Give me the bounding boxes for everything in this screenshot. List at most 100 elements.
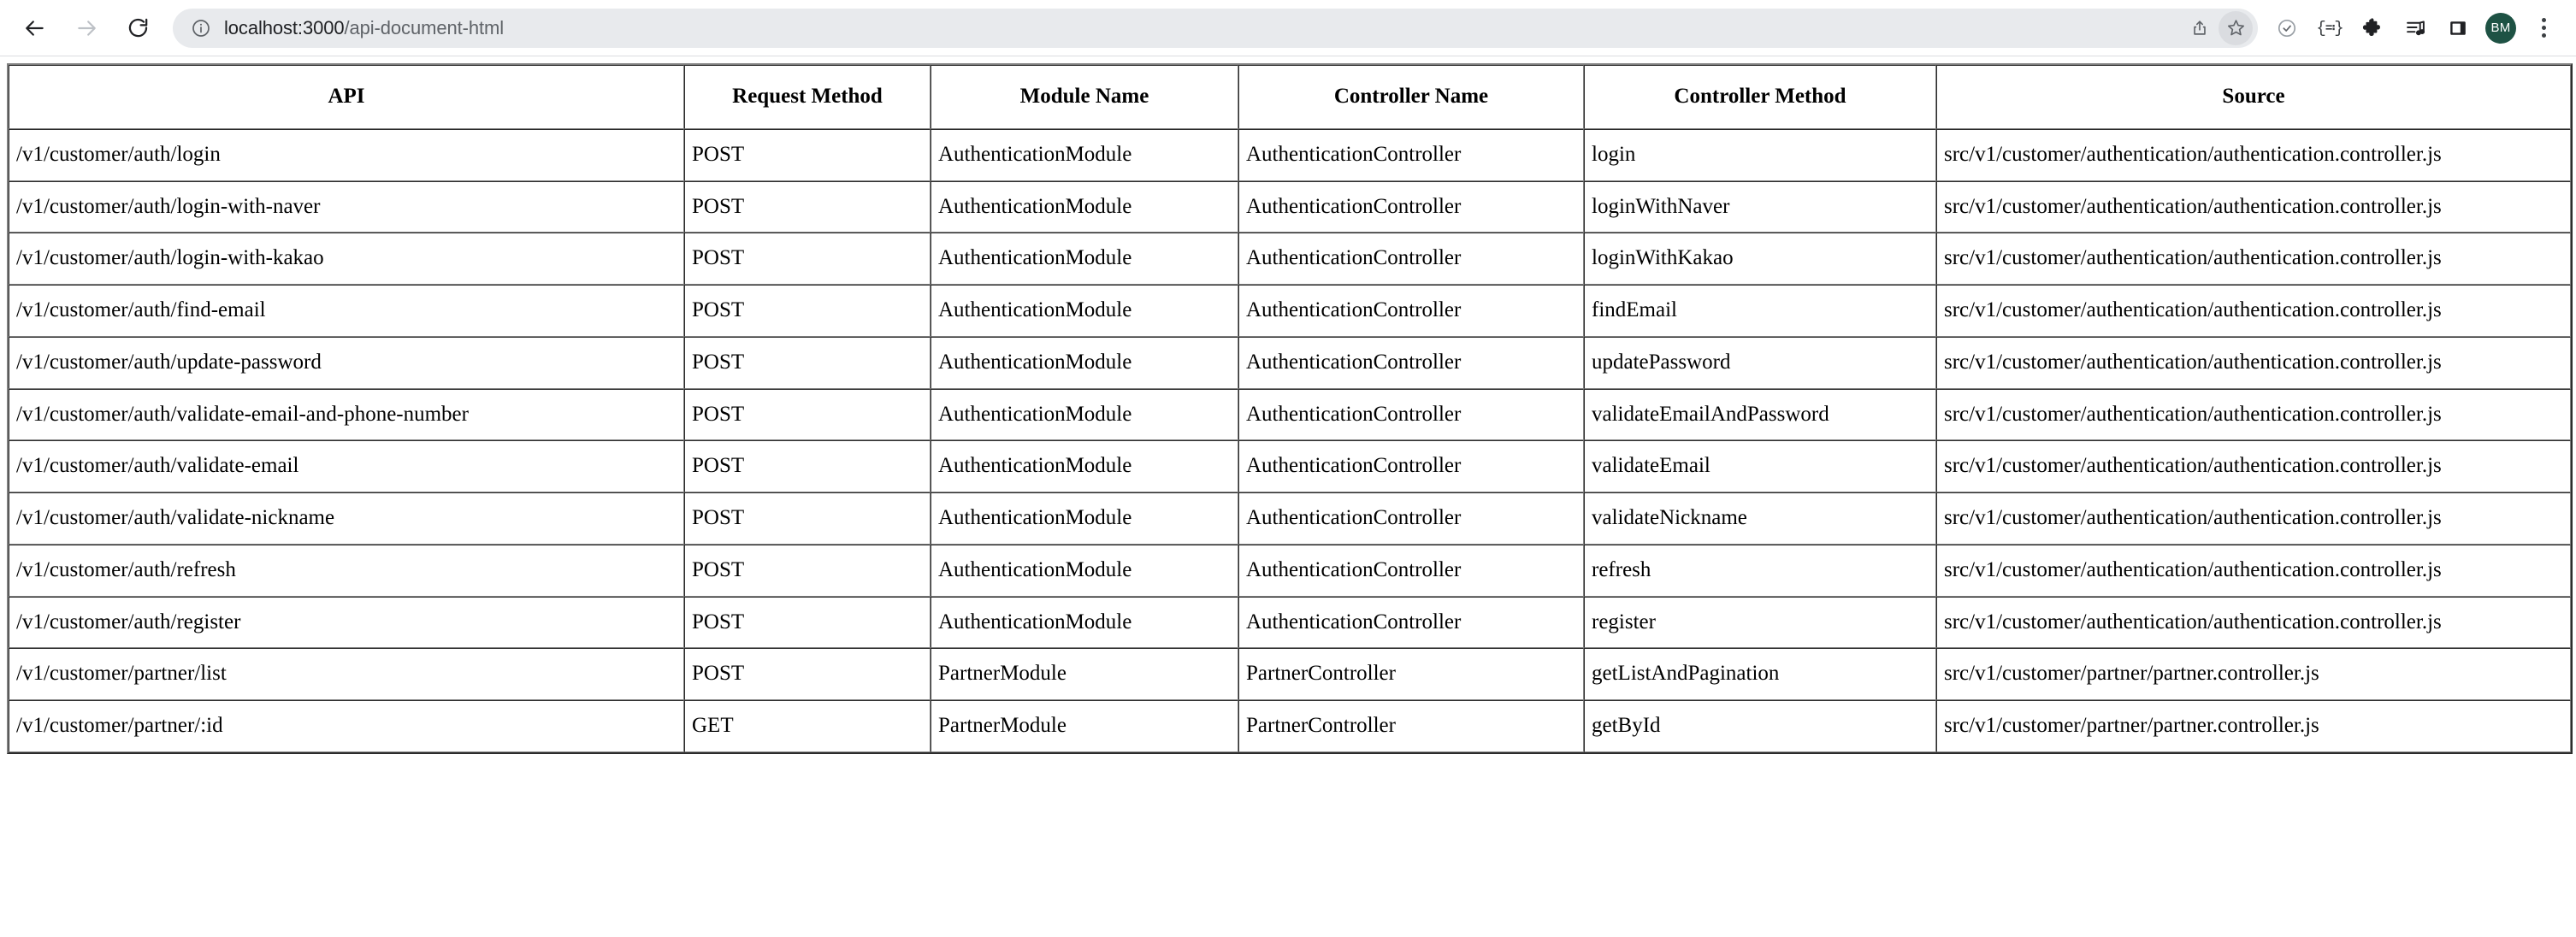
clock-check-icon <box>2278 19 2296 37</box>
cell-request-method: POST <box>684 336 931 389</box>
cell-controller-name: AuthenticationController <box>1238 492 1584 545</box>
browser-actions: {≕} BM <box>2270 11 2561 45</box>
three-dots-icon <box>2541 18 2546 38</box>
cell-api: /v1/customer/auth/login <box>9 128 684 181</box>
site-info-icon[interactable] <box>190 17 212 39</box>
music-playlist-icon <box>2406 21 2425 36</box>
cell-controller-name: AuthenticationController <box>1238 336 1584 389</box>
cell-request-method: POST <box>684 544 931 597</box>
cell-controller-name: PartnerController <box>1238 700 1584 752</box>
cell-request-method: POST <box>684 440 931 492</box>
page-content: API Request Method Module Name Controlle… <box>0 56 2576 937</box>
table-header: API Request Method Module Name Controlle… <box>9 65 2571 129</box>
cell-source: src/v1/customer/partner/partner.controll… <box>1936 700 2571 752</box>
cell-api: /v1/customer/auth/find-email <box>9 285 684 337</box>
cell-controller-name: AuthenticationController <box>1238 180 1584 233</box>
star-icon <box>2227 20 2244 36</box>
cell-request-method: GET <box>684 700 931 752</box>
cell-module-name: AuthenticationModule <box>931 596 1238 649</box>
cell-controller-method: login <box>1584 128 1936 181</box>
cell-module-name: AuthenticationModule <box>931 336 1238 389</box>
avatar: BM <box>2485 12 2516 44</box>
cell-source: src/v1/customer/authentication/authentic… <box>1936 336 2571 389</box>
cell-request-method: POST <box>684 180 931 233</box>
side-panel-button[interactable] <box>2441 11 2475 45</box>
cell-controller-method: validateEmail <box>1584 440 1936 492</box>
cell-request-method: POST <box>684 388 931 441</box>
cell-controller-name: AuthenticationController <box>1238 285 1584 337</box>
cell-request-method: POST <box>684 285 931 337</box>
side-panel-icon <box>2450 21 2466 35</box>
devtools-button[interactable]: {≕} <box>2313 11 2347 45</box>
bookmark-button[interactable] <box>2219 10 2253 45</box>
cell-module-name: AuthenticationModule <box>931 128 1238 181</box>
cell-api: /v1/customer/auth/refresh <box>9 544 684 597</box>
cell-module-name: AuthenticationModule <box>931 388 1238 441</box>
column-header-source: Source <box>1936 65 2571 129</box>
cell-controller-method: validateEmailAndPassword <box>1584 388 1936 441</box>
puzzle-piece-icon <box>2362 18 2380 36</box>
navigation-buttons <box>12 5 161 51</box>
cell-controller-name: PartnerController <box>1238 648 1584 700</box>
cell-request-method: POST <box>684 128 931 181</box>
table-body: /v1/customer/auth/login POST Authenticatio… <box>9 128 2571 752</box>
cell-request-method: POST <box>684 233 931 285</box>
cell-module-name: PartnerModule <box>931 700 1238 752</box>
share-icon <box>2194 20 2206 35</box>
cell-source: src/v1/customer/authentication/authentic… <box>1936 285 2571 337</box>
column-header-api: API <box>9 65 684 129</box>
cell-controller-name: AuthenticationController <box>1238 440 1584 492</box>
cell-controller-method: loginWithKakao <box>1584 233 1936 285</box>
table-header-row: API Request Method Module Name Controlle… <box>9 65 2571 129</box>
cell-controller-name: AuthenticationController <box>1238 233 1584 285</box>
table-row: /v1/customer/auth/validate-nickname POST A… <box>9 492 2571 545</box>
cell-module-name: AuthenticationModule <box>931 492 1238 545</box>
table-row: /v1/customer/auth/login-with-kakao POST Au… <box>9 233 2571 285</box>
column-header-controller-method: Controller Method <box>1584 65 1936 129</box>
cell-controller-method: refresh <box>1584 544 1936 597</box>
cell-api: /v1/customer/auth/login-with-naver <box>9 180 684 233</box>
table-row: /v1/customer/auth/login POST Authenticatio… <box>9 128 2571 181</box>
cell-api: /v1/customer/auth/validate-email <box>9 440 684 492</box>
cell-source: src/v1/customer/authentication/authentic… <box>1936 180 2571 233</box>
history-button[interactable] <box>2270 11 2304 45</box>
extensions-button[interactable] <box>2355 11 2390 45</box>
cell-api: /v1/customer/auth/validate-email-and-pho… <box>9 388 684 441</box>
table-row: /v1/customer/auth/register POST Authentica… <box>9 596 2571 649</box>
code-braces-icon: {≕} <box>2316 19 2343 38</box>
browser-toolbar: localhost:3000/api-document-html {≕} BM <box>0 0 2576 56</box>
cell-api: /v1/customer/auth/register <box>9 596 684 649</box>
arrow-left-icon <box>26 20 44 36</box>
cell-module-name: AuthenticationModule <box>931 233 1238 285</box>
media-controls-button[interactable] <box>2398 11 2432 45</box>
api-document-table: API Request Method Module Name Controlle… <box>7 63 2573 754</box>
cell-api: /v1/customer/auth/validate-nickname <box>9 492 684 545</box>
cell-module-name: PartnerModule <box>931 648 1238 700</box>
forward-button[interactable] <box>63 5 109 51</box>
cell-source: src/v1/customer/authentication/authentic… <box>1936 440 2571 492</box>
url-path: /api-document-html <box>344 16 504 38</box>
cell-controller-name: AuthenticationController <box>1238 596 1584 649</box>
back-button[interactable] <box>12 5 58 51</box>
cell-controller-method: getListAndPagination <box>1584 648 1936 700</box>
chrome-menu-button[interactable] <box>2526 11 2561 45</box>
cell-api: /v1/customer/partner/list <box>9 648 684 700</box>
cell-source: src/v1/customer/authentication/authentic… <box>1936 388 2571 441</box>
column-header-module-name: Module Name <box>931 65 1238 129</box>
profile-button[interactable]: BM <box>2484 11 2518 45</box>
info-circle-icon <box>192 19 210 37</box>
url-text[interactable]: localhost:3000/api-document-html <box>224 17 2172 39</box>
share-button[interactable] <box>2183 11 2217 45</box>
cell-controller-method: register <box>1584 596 1936 649</box>
address-bar[interactable]: localhost:3000/api-document-html <box>173 8 2258 48</box>
cell-controller-method: getById <box>1584 700 1936 752</box>
avatar-initials: BM <box>2490 21 2511 35</box>
reload-icon <box>128 18 147 38</box>
reload-button[interactable] <box>115 5 161 51</box>
cell-module-name: AuthenticationModule <box>931 440 1238 492</box>
table-row: /v1/customer/auth/refresh POST Authenticat… <box>9 544 2571 597</box>
table-row: /v1/customer/auth/validate-email POST Auth… <box>9 440 2571 492</box>
cell-controller-method: findEmail <box>1584 285 1936 337</box>
table-row: /v1/customer/partner/:id GET PartnerModule… <box>9 700 2571 752</box>
cell-source: src/v1/customer/authentication/authentic… <box>1936 492 2571 545</box>
